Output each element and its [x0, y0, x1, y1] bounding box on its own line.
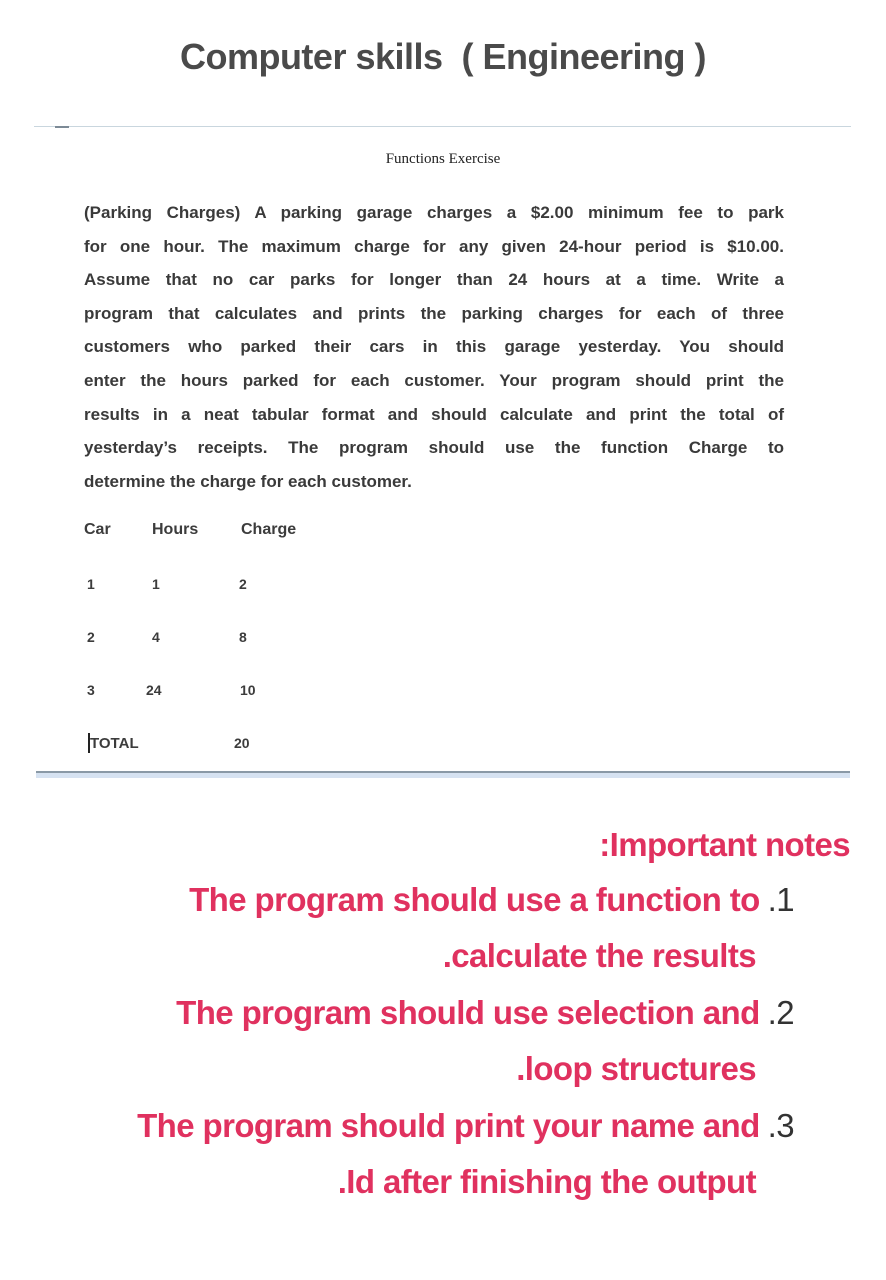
paragraph-line: determine the charge for each customer. — [84, 471, 412, 491]
note-item-3-cont: .Id after finishing the output — [337, 1163, 757, 1200]
note-text: The program should print your name and — [137, 1107, 760, 1144]
document-heading: Functions Exercise — [385, 151, 501, 167]
cell-hours: 24 — [146, 682, 162, 698]
bottom-divider-band — [36, 773, 850, 778]
total-value: 20 — [234, 735, 250, 751]
note-text: The program should use selection and — [176, 994, 760, 1031]
paragraph-line: (Parking Charges) A parking garage charg… — [84, 203, 784, 222]
note-item-2-cont: .loop structures — [516, 1050, 756, 1087]
note-item-1-cont: .calculate the results — [442, 937, 757, 974]
cell-car: 3 — [87, 682, 95, 698]
note-item-2: The program should use selection and .2 — [176, 994, 794, 1032]
paragraph-line: enter the hours parked for each customer… — [84, 370, 784, 390]
cell-charge: 2 — [239, 576, 247, 592]
notes-heading: :Important notes — [599, 826, 850, 863]
cell-hours: 4 — [152, 629, 160, 645]
paragraph-line: yesterday’s receipts. The program should… — [84, 438, 784, 458]
top-divider-mark — [55, 126, 69, 128]
top-divider — [34, 126, 851, 127]
note-item-3: The program should print your name and .3 — [137, 1107, 795, 1145]
note-item-1: The program should use a function to .1 — [189, 881, 795, 919]
note-number: .3 — [767, 1107, 795, 1144]
paragraph-line: customers who parked their cars in this … — [84, 337, 784, 357]
paragraph-line: Assume that no car parks for longer than… — [84, 270, 784, 290]
note-text: The program should use a function to — [189, 881, 760, 918]
cell-charge: 8 — [239, 629, 247, 645]
page-title: Computer skills ( Engineering ) — [179, 36, 707, 77]
table-header-car: Car — [84, 521, 111, 538]
total-label: TOTAL — [90, 735, 139, 752]
paragraph-line: for one hour. The maximum charge for any… — [84, 236, 784, 256]
cell-car: 1 — [87, 576, 95, 592]
table-header-charge: Charge — [241, 521, 297, 538]
problem-statement: (Parking Charges) A parking garage charg… — [84, 196, 784, 498]
table-header-hours: Hours — [152, 521, 199, 538]
note-number: .1 — [767, 881, 795, 918]
note-number: .2 — [767, 994, 795, 1031]
cell-charge: 10 — [240, 682, 256, 698]
cell-car: 2 — [87, 629, 95, 645]
paragraph-line: program that calculates and prints the p… — [84, 303, 784, 323]
paragraph-line: results in a neat tabular format and sho… — [84, 404, 784, 424]
cell-hours: 1 — [152, 576, 160, 592]
